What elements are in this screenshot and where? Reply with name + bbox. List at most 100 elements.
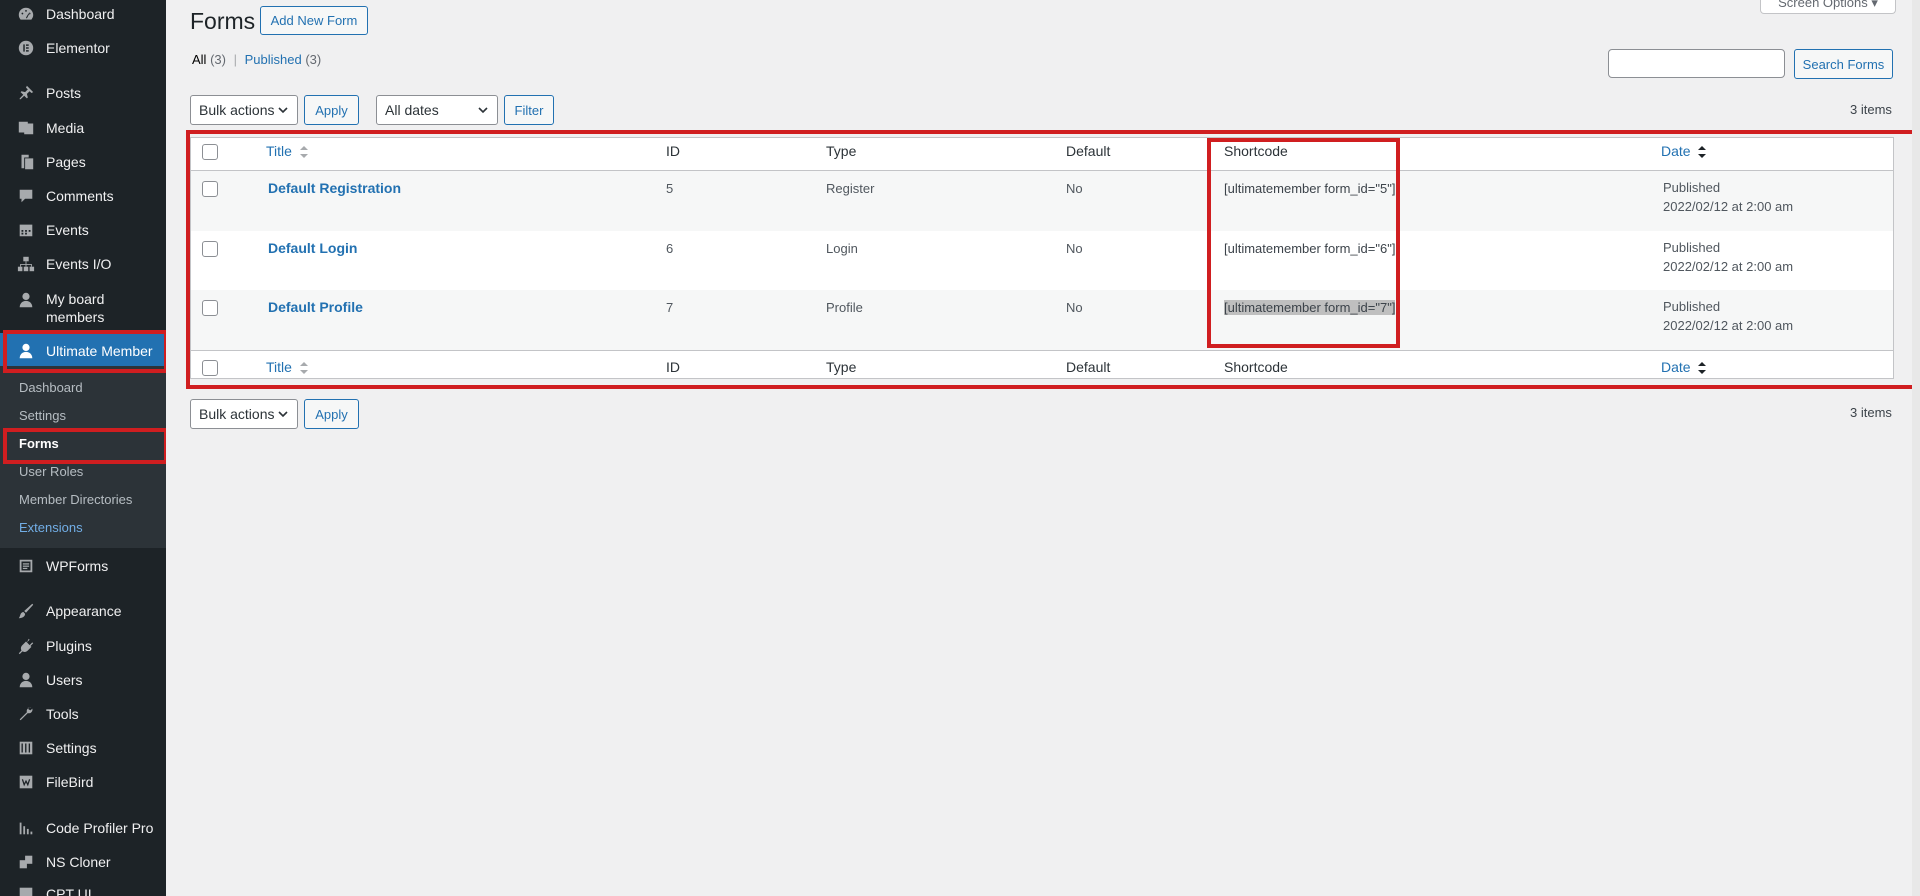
- select-all-checkbox-footer[interactable]: [202, 360, 218, 376]
- submenu-item-member-directories[interactable]: Member Directories: [19, 492, 132, 507]
- search-forms-button[interactable]: Search Forms: [1794, 49, 1893, 79]
- column-type-footer: Type: [826, 359, 857, 375]
- form-date-value: 2022/02/12 at 2:00 am: [1663, 199, 1794, 214]
- sidebar-item-ns-cloner[interactable]: NS Cloner: [0, 852, 166, 872]
- submenu-item-extensions[interactable]: Extensions: [19, 520, 83, 535]
- date-filter-select[interactable]: All dates: [376, 95, 498, 125]
- submenu-item-settings[interactable]: Settings: [19, 408, 66, 423]
- bulk-actions-select-bottom[interactable]: Bulk actions: [190, 399, 298, 429]
- sitemap-icon: [16, 254, 36, 274]
- submenu-item-forms[interactable]: Forms: [19, 436, 59, 451]
- forms-table: Title ID Type Default Shortcode Date Def…: [190, 137, 1894, 379]
- form-default: No: [1066, 181, 1083, 196]
- ultimate-member-submenu: Dashboard Settings Forms User Roles Memb…: [0, 366, 166, 548]
- filter-published-link[interactable]: Published: [245, 52, 302, 67]
- form-type: Register: [826, 181, 875, 196]
- sidebar-item-label: Media: [46, 120, 85, 136]
- column-default-footer: Default: [1066, 359, 1111, 375]
- sidebar-item-filebird[interactable]: FileBird: [0, 772, 166, 792]
- filter-button[interactable]: Filter: [504, 95, 554, 125]
- column-type-header: Type: [826, 143, 857, 159]
- column-title-label: Title: [266, 143, 292, 159]
- form-type: Login: [826, 241, 858, 256]
- sidebar-item-label: FileBird: [46, 774, 94, 790]
- sidebar-item-code-profiler-pro[interactable]: Code Profiler Pro: [0, 818, 166, 838]
- sidebar-item-label: WPForms: [46, 558, 109, 574]
- sidebar-item-label: Tools: [46, 706, 79, 722]
- plugin-icon: [16, 636, 36, 656]
- sidebar-item-comments[interactable]: Comments: [0, 186, 166, 206]
- sidebar-item-settings[interactable]: Settings: [0, 738, 166, 758]
- screen-options-button[interactable]: Screen Options ▾: [1760, 0, 1896, 14]
- status-filter-links: All (3) | Published (3): [192, 52, 321, 67]
- column-date-footer[interactable]: Date: [1661, 359, 1707, 376]
- form-title-link[interactable]: Default Login: [268, 240, 357, 256]
- add-new-form-button[interactable]: Add New Form: [260, 6, 368, 35]
- sidebar-item-ultimate-member[interactable]: Ultimate Member: [0, 333, 166, 369]
- form-default: No: [1066, 300, 1083, 315]
- column-shortcode-footer: Shortcode: [1224, 359, 1288, 375]
- row-checkbox[interactable]: [202, 241, 218, 257]
- sidebar-item-wpforms[interactable]: WPForms: [0, 556, 166, 576]
- sort-desc-icon: [1698, 362, 1707, 375]
- sidebar-item-label: Ultimate Member: [46, 343, 153, 359]
- form-id: 7: [666, 300, 674, 315]
- user-icon: [16, 341, 36, 361]
- sidebar-item-my-board-members[interactable]: My board members: [0, 290, 166, 326]
- sidebar-item-tools[interactable]: Tools: [0, 704, 166, 724]
- chevron-down-icon: [478, 107, 488, 114]
- sidebar-item-elementor[interactable]: Elementor: [0, 38, 166, 58]
- bar-chart-icon: [16, 818, 36, 838]
- sidebar-item-label: Events: [46, 222, 89, 238]
- sidebar-item-label: NS Cloner: [46, 854, 111, 870]
- bulk-actions-value: Bulk actions: [199, 406, 275, 422]
- submenu-item-user-roles[interactable]: User Roles: [19, 464, 83, 479]
- column-date-header[interactable]: Date: [1661, 143, 1707, 160]
- column-title-footer[interactable]: Title: [266, 359, 309, 376]
- window-scrollbar[interactable]: [1912, 0, 1920, 896]
- sidebar-label-line1: My board: [46, 291, 105, 307]
- sidebar-item-users[interactable]: Users: [0, 670, 166, 690]
- form-shortcode[interactable]: [ultimatemember form_id="5"]: [1224, 181, 1395, 196]
- sidebar-item-media[interactable]: Media: [0, 118, 166, 138]
- form-id: 6: [666, 241, 674, 256]
- row-checkbox[interactable]: [202, 300, 218, 316]
- form-date: Published 2022/02/12 at 2:00 am: [1663, 178, 1793, 216]
- sidebar-item-label: Dashboard: [46, 6, 115, 22]
- form-id: 5: [666, 181, 674, 196]
- sidebar-item-events-io[interactable]: Events I/O: [0, 254, 166, 274]
- sidebar-item-label: Posts: [46, 85, 82, 101]
- sidebar-item-label: My board members: [46, 290, 104, 326]
- form-title-link[interactable]: Default Profile: [268, 299, 363, 315]
- column-id-footer: ID: [666, 359, 680, 375]
- table-row: Default Profile 7 Profile No [ultimateme…: [191, 290, 1893, 350]
- apply-button-bottom[interactable]: Apply: [304, 399, 359, 429]
- form-shortcode[interactable]: [ultimatemember form_id="6"]: [1224, 241, 1395, 256]
- sidebar-item-label: Appearance: [46, 603, 122, 619]
- search-forms-input[interactable]: [1608, 49, 1785, 78]
- main-content: Screen Options ▾ Forms Add New Form All …: [166, 0, 1920, 896]
- chevron-down-icon: [278, 107, 288, 114]
- sidebar-item-posts[interactable]: Posts: [0, 83, 166, 103]
- form-shortcode-selected[interactable]: [ultimatemember form_id="7"]: [1224, 300, 1396, 315]
- sidebar-item-appearance[interactable]: Appearance: [0, 601, 166, 621]
- sidebar-item-cpt-ui[interactable]: CPT UI: [0, 884, 166, 896]
- sidebar-item-dashboard[interactable]: Dashboard: [0, 4, 166, 24]
- date-filter-value: All dates: [385, 102, 439, 118]
- row-checkbox[interactable]: [202, 181, 218, 197]
- form-title-link[interactable]: Default Registration: [268, 180, 401, 196]
- sidebar-item-plugins[interactable]: Plugins: [0, 636, 166, 656]
- sidebar-item-label: Users: [46, 672, 83, 688]
- sidebar-item-pages[interactable]: Pages: [0, 152, 166, 172]
- form-status: Published: [1663, 240, 1721, 255]
- submenu-item-dashboard[interactable]: Dashboard: [19, 380, 83, 395]
- page-title: Forms: [190, 8, 256, 34]
- apply-button-top[interactable]: Apply: [304, 95, 359, 125]
- bulk-actions-select-top[interactable]: Bulk actions: [190, 95, 298, 125]
- sort-icon: [299, 146, 308, 159]
- users-icon: [16, 670, 36, 690]
- select-all-checkbox[interactable]: [202, 144, 218, 160]
- filter-all-link[interactable]: All: [192, 52, 206, 67]
- column-title-header[interactable]: Title: [266, 143, 309, 160]
- sidebar-item-events[interactable]: Events: [0, 220, 166, 240]
